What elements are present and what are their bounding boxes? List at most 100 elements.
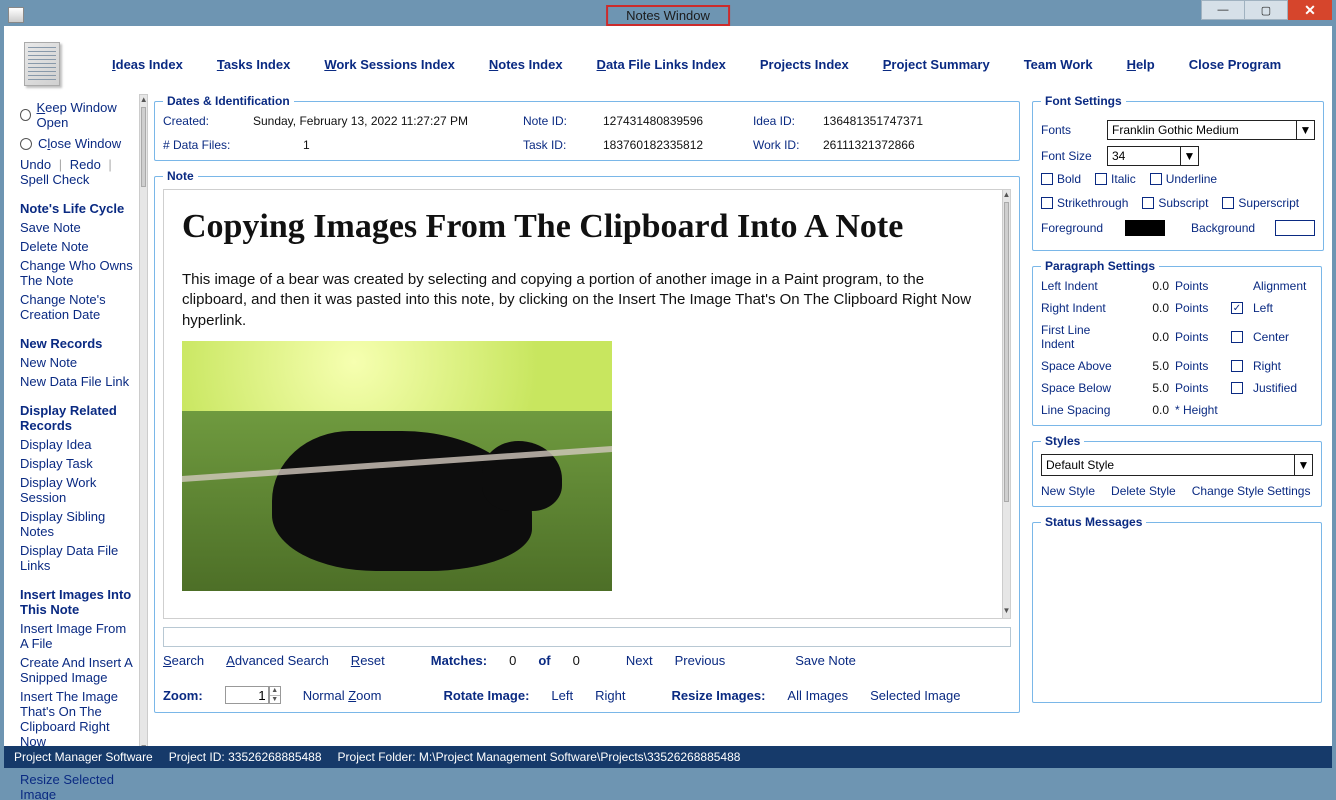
zoom-label: Zoom:	[163, 688, 203, 703]
align-justified-check[interactable]	[1231, 382, 1243, 394]
idea-id-value: 136481351747371	[823, 114, 1011, 128]
chevron-down-icon: ▼	[1296, 121, 1314, 139]
menu-projects-index[interactable]: Projects Index	[760, 57, 849, 72]
maximize-button[interactable]: ▢	[1244, 0, 1288, 20]
link-display-task[interactable]: Display Task	[20, 456, 135, 471]
radio-keep-window-open[interactable]: Keep Window Open	[20, 100, 135, 130]
space-below-label: Space Below	[1041, 381, 1123, 395]
note-editor[interactable]: Copying Images From The Clipboard Into A…	[164, 190, 1002, 618]
font-size-label: Font Size	[1041, 149, 1099, 163]
resize-images-label: Resize Images:	[671, 688, 765, 703]
rotate-left-link[interactable]: Left	[551, 688, 573, 703]
idea-id-label: Idea ID:	[753, 114, 823, 128]
radio-mark	[20, 138, 32, 150]
paragraph-settings-panel: Paragraph Settings Left Indent 0.0 Point…	[1032, 259, 1322, 426]
menu-help[interactable]: Help	[1127, 57, 1155, 72]
check-subscript[interactable]: Subscript	[1142, 196, 1208, 210]
spellcheck-link[interactable]: Spell Check	[20, 172, 89, 187]
change-style-link[interactable]: Change Style Settings	[1192, 484, 1311, 498]
styles-panel: Styles Default Style ▼ New Style Delete …	[1032, 434, 1322, 507]
menu-ideas-index[interactable]: Ideas Index	[112, 57, 183, 72]
menu-project-summary[interactable]: Project Summary	[883, 57, 990, 72]
menu-team-work[interactable]: Team Work	[1024, 57, 1093, 72]
previous-link[interactable]: Previous	[675, 653, 726, 668]
link-display-sibling-notes[interactable]: Display Sibling Notes	[20, 509, 135, 539]
menu-work-sessions-index[interactable]: Work Sessions Index	[324, 57, 455, 72]
status-bar: Project Manager Software Project ID: 335…	[4, 746, 1332, 768]
chevron-down-icon: ▼	[1294, 455, 1312, 475]
link-change-owner[interactable]: Change Who Owns The Note	[20, 258, 135, 288]
link-insert-clipboard-image[interactable]: Insert The Image That's On The Clipboard…	[20, 689, 135, 749]
status-messages-panel: Status Messages	[1032, 515, 1322, 703]
check-underline[interactable]: Underline	[1150, 172, 1217, 186]
foreground-label: Foreground	[1041, 221, 1111, 235]
section-insert-images: Insert Images Into This Note	[20, 587, 135, 617]
work-id-label: Work ID:	[753, 138, 823, 152]
document-icon	[24, 42, 60, 86]
normal-zoom-link[interactable]: Normal Zoom	[303, 688, 382, 703]
alignment-label: Alignment	[1253, 279, 1313, 293]
app-icon	[8, 7, 24, 23]
link-save-note[interactable]: Save Note	[20, 220, 135, 235]
align-left-check[interactable]: ✓	[1231, 302, 1243, 314]
left-indent-label: Left Indent	[1041, 279, 1123, 293]
check-italic[interactable]: Italic	[1095, 172, 1136, 186]
reset-link[interactable]: Reset	[351, 653, 385, 668]
resize-all-link[interactable]: All Images	[787, 688, 848, 703]
link-change-creation-date[interactable]: Change Note's Creation Date	[20, 292, 135, 322]
sidebar-scrollbar[interactable]: ▲▼	[139, 94, 148, 756]
link-delete-note[interactable]: Delete Note	[20, 239, 135, 254]
link-create-snipped-image[interactable]: Create And Insert A Snipped Image	[20, 655, 135, 685]
resize-selected-link[interactable]: Selected Image	[870, 688, 960, 703]
menu-datafile-links-index[interactable]: Data File Links Index	[597, 57, 726, 72]
menu-tasks-index[interactable]: Tasks Index	[217, 57, 290, 72]
matches-count: 0	[509, 653, 516, 668]
zoom-input[interactable]	[225, 686, 269, 704]
advanced-search-link[interactable]: Advanced Search	[226, 653, 329, 668]
link-display-idea[interactable]: Display Idea	[20, 437, 135, 452]
window-title: Notes Window	[606, 5, 730, 26]
rotate-right-link[interactable]: Right	[595, 688, 625, 703]
font-family-select[interactable]: Franklin Gothic Medium ▼	[1107, 120, 1315, 140]
redo-link[interactable]: Redo	[70, 157, 101, 172]
font-size-select[interactable]: 34 ▼	[1107, 146, 1199, 166]
created-value: Sunday, February 13, 2022 11:27:27 PM	[253, 114, 523, 128]
work-id-value: 26111321372866	[823, 138, 1011, 152]
check-bold[interactable]: Bold	[1041, 172, 1081, 186]
search-link[interactable]: Search	[163, 653, 204, 668]
link-display-data-file-links[interactable]: Display Data File Links	[20, 543, 135, 573]
link-new-data-file-link[interactable]: New Data File Link	[20, 374, 135, 389]
rotate-image-label: Rotate Image:	[443, 688, 529, 703]
undo-link[interactable]: Undo	[20, 157, 51, 172]
link-resize-selected-image[interactable]: Resize Selected Image	[20, 772, 135, 800]
delete-style-link[interactable]: Delete Style	[1111, 484, 1176, 498]
next-link[interactable]: Next	[626, 653, 653, 668]
footer-project-folder: M:\Project Management Software\Projects\…	[419, 750, 741, 764]
background-swatch[interactable]	[1275, 220, 1315, 236]
check-superscript[interactable]: Superscript	[1222, 196, 1299, 210]
font-settings-panel: Font Settings Fonts Franklin Gothic Medi…	[1032, 94, 1324, 251]
matches-total: 0	[573, 653, 580, 668]
link-insert-image-from-file[interactable]: Insert Image From A File	[20, 621, 135, 651]
section-new-records: New Records	[20, 336, 135, 351]
new-style-link[interactable]: New Style	[1041, 484, 1095, 498]
align-center-check[interactable]	[1231, 331, 1243, 343]
left-indent-value: 0.0	[1129, 279, 1169, 293]
save-note-link[interactable]: Save Note	[795, 653, 856, 668]
note-image[interactable]	[182, 341, 612, 591]
check-strikethrough[interactable]: Strikethrough	[1041, 196, 1128, 210]
align-right-check[interactable]	[1231, 360, 1243, 372]
style-select[interactable]: Default Style ▼	[1041, 454, 1313, 476]
foreground-swatch[interactable]	[1125, 220, 1165, 236]
close-button[interactable]: ✕	[1288, 0, 1332, 20]
menu-close-program[interactable]: Close Program	[1189, 57, 1281, 72]
radio-close-window[interactable]: Close Window	[20, 136, 135, 151]
link-new-note[interactable]: New Note	[20, 355, 135, 370]
link-display-work-session[interactable]: Display Work Session	[20, 475, 135, 505]
zoom-spinner[interactable]: ▲▼	[269, 686, 281, 704]
note-scrollbar[interactable]: ▲▼	[1002, 190, 1011, 618]
search-input[interactable]	[163, 627, 1011, 647]
menu-notes-index[interactable]: Notes Index	[489, 57, 563, 72]
dates-identification-panel: Dates & Identification Created: Sunday, …	[154, 94, 1020, 161]
minimize-button[interactable]: —	[1201, 0, 1245, 20]
